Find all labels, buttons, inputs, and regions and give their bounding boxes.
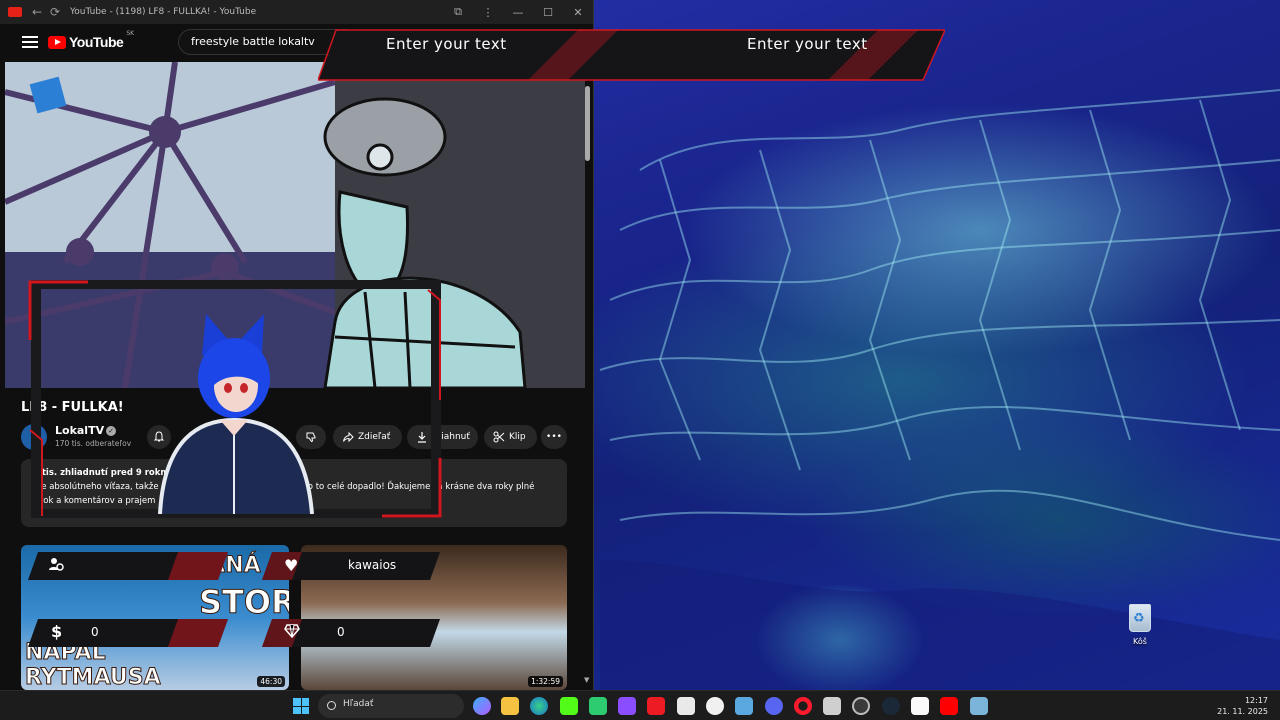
heart-icon: ♥ xyxy=(284,556,299,575)
diamond-value: 0 xyxy=(337,625,345,639)
clock-date: 21. 11. 2025 xyxy=(1217,707,1268,716)
thumbnail-title-bottom-2: RYTMAUSA xyxy=(25,665,162,691)
diamond-icon xyxy=(284,623,300,642)
banner-text-right: Enter your text xyxy=(747,35,868,53)
taskbar-search-input[interactable]: Hľadať xyxy=(318,694,464,718)
edge-icon[interactable] xyxy=(530,697,548,715)
clock-time: 12:17 xyxy=(1244,696,1268,705)
taskbar-clock[interactable]: 12:17 21. 11. 2025 xyxy=(1217,695,1268,717)
app-purple-icon[interactable] xyxy=(618,697,636,715)
dollar-icon: $ xyxy=(51,622,63,641)
arrow-left-icon[interactable]: ← xyxy=(28,5,46,19)
vtuber-avatar xyxy=(158,314,314,514)
extension-icon[interactable]: ⧉ xyxy=(443,5,473,19)
page-scrollbar[interactable] xyxy=(585,86,590,161)
region-code: SK xyxy=(126,30,135,37)
copilot-icon[interactable] xyxy=(473,697,491,715)
youtube-logo-text: YouTube xyxy=(69,34,124,50)
youtube-icon[interactable] xyxy=(940,697,958,715)
discord-icon[interactable] xyxy=(765,697,783,715)
vscode-icon[interactable] xyxy=(970,697,988,715)
app-dark-icon[interactable] xyxy=(706,697,724,715)
clip-button[interactable]: Klip xyxy=(484,425,537,449)
more-horiz-icon: ••• xyxy=(546,432,562,442)
steam-icon[interactable] xyxy=(882,697,900,715)
youtube-play-icon xyxy=(48,35,66,49)
recycle-bin[interactable]: Kôš xyxy=(1124,604,1156,646)
app-window-icon[interactable] xyxy=(735,697,753,715)
store-icon[interactable] xyxy=(677,697,695,715)
window-title: YouTube - (1198) LF8 - FULLKA! - YouTube xyxy=(70,7,257,17)
stack-icon[interactable] xyxy=(823,697,841,715)
file-explorer-icon[interactable] xyxy=(501,697,519,715)
banner-text-left: Enter your text xyxy=(386,35,507,53)
notepad-icon[interactable] xyxy=(911,697,929,715)
recycle-bin-icon xyxy=(1129,604,1151,632)
thumbnail-duration: 46:30 xyxy=(257,676,285,687)
kick-icon[interactable] xyxy=(560,697,578,715)
obs-icon[interactable] xyxy=(852,697,870,715)
amd-icon[interactable] xyxy=(647,697,665,715)
thumbnail-duration: 1:32:59 xyxy=(528,676,563,687)
user-plus-icon xyxy=(48,556,64,576)
reload-icon[interactable]: ⟳ xyxy=(46,5,64,19)
window-titlebar[interactable]: ← ⟳ YouTube - (1198) LF8 - FULLKA! - You… xyxy=(0,0,593,24)
hamburger-menu-icon[interactable] xyxy=(22,36,38,48)
thumbnail-title-mid: STORY xyxy=(198,583,289,622)
heart-text: kawaios xyxy=(348,558,397,572)
more-vert-icon[interactable]: ⋮ xyxy=(473,6,503,19)
recycle-bin-label: Kôš xyxy=(1133,637,1147,646)
taskbar: Hľadať 12:17 21. 11. 2025 xyxy=(0,690,1280,720)
more-actions-button[interactable]: ••• xyxy=(541,425,567,449)
scroll-down-arrow-icon[interactable]: ▼ xyxy=(584,676,589,684)
youtube-favicon-icon xyxy=(8,7,22,17)
clip-label: Klip xyxy=(509,432,526,442)
close-button[interactable]: ✕ xyxy=(563,6,593,19)
app-green-icon[interactable] xyxy=(589,697,607,715)
scissors-icon xyxy=(493,431,505,443)
minimize-button[interactable]: — xyxy=(503,6,533,19)
dollar-value: 0 xyxy=(91,625,99,639)
maximize-button[interactable]: ☐ xyxy=(533,6,563,19)
windows-start-icon[interactable] xyxy=(293,698,309,714)
youtube-logo[interactable]: YouTube SK xyxy=(48,30,134,50)
opera-icon[interactable] xyxy=(794,697,812,715)
